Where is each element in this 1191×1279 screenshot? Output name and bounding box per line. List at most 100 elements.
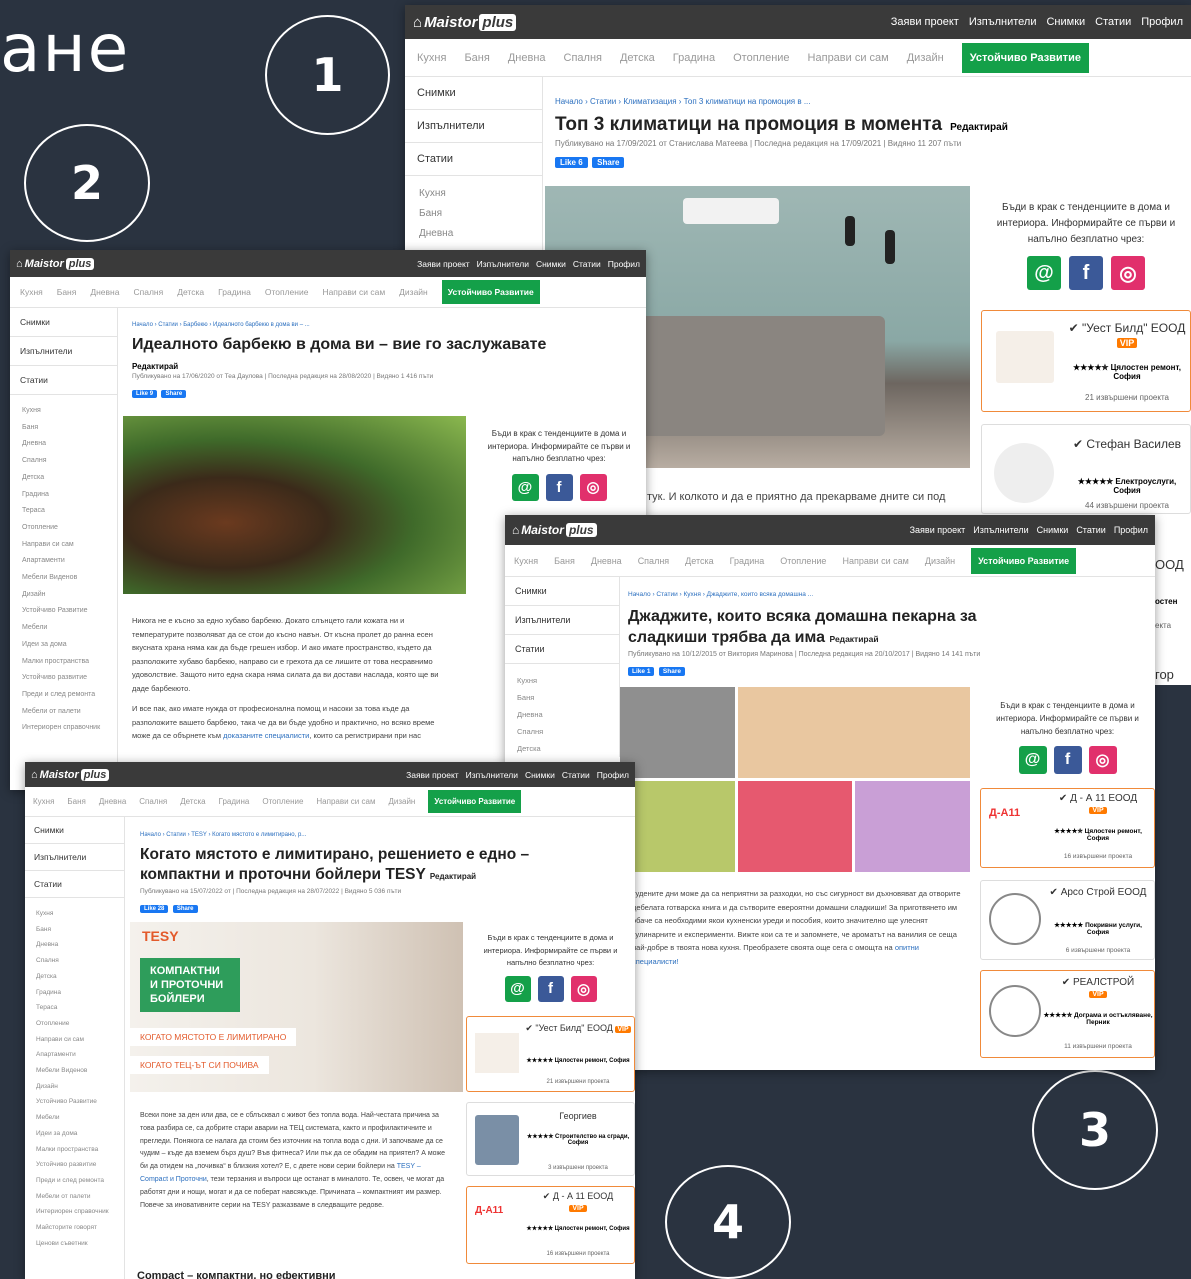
email-icon[interactable]: @ bbox=[504, 975, 531, 1002]
email-icon[interactable]: @ bbox=[1027, 256, 1061, 290]
cat-sustainable[interactable]: Устойчиво Развитие bbox=[961, 42, 1089, 73]
side-sub-item[interactable]: Направи си сам bbox=[22, 537, 105, 554]
nav-contractors[interactable]: Изпълнители bbox=[477, 259, 529, 269]
side-sub-item[interactable]: Идеи за дома bbox=[36, 1126, 113, 1142]
cat-design[interactable]: Дизайн bbox=[925, 556, 955, 566]
contractor-card[interactable]: ✔ Арсо Строй ЕООД ★★★★★ Покривни услуги,… bbox=[980, 880, 1155, 960]
nav-photos[interactable]: Снимки bbox=[1046, 16, 1085, 28]
side-photos[interactable]: Снимки bbox=[405, 77, 542, 110]
cat-kids[interactable]: Детска bbox=[180, 797, 205, 806]
breadcrumb[interactable]: Начало › Статии › Климатизация › Топ 3 к… bbox=[555, 97, 985, 106]
side-sub-item[interactable]: Градина bbox=[36, 985, 113, 1001]
cat-living[interactable]: Дневна bbox=[508, 52, 546, 64]
cat-kitchen[interactable]: Кухня bbox=[514, 556, 538, 566]
fb-like-button[interactable]: Like 6 bbox=[555, 157, 588, 168]
cat-garden[interactable]: Градина bbox=[218, 287, 251, 297]
side-sub-item[interactable]: Дневна bbox=[22, 436, 105, 453]
side-sub-item[interactable]: Баня bbox=[419, 204, 528, 224]
cat-diy[interactable]: Направи си сам bbox=[808, 52, 889, 64]
side-contractors[interactable]: Изпълнители bbox=[10, 337, 117, 366]
side-photos[interactable]: Снимки bbox=[25, 817, 124, 844]
cat-heating[interactable]: Отопление bbox=[265, 287, 309, 297]
side-sub-item[interactable]: Баня bbox=[36, 922, 113, 938]
fb-like-button[interactable]: Like 1 bbox=[628, 667, 655, 676]
side-sub-item[interactable]: Интериорен справочник bbox=[22, 720, 105, 737]
side-articles[interactable]: Статии bbox=[405, 143, 542, 176]
side-sub-item[interactable]: Устойчиво Развитие bbox=[36, 1094, 113, 1110]
cat-garden[interactable]: Градина bbox=[219, 797, 250, 806]
cat-living[interactable]: Дневна bbox=[591, 556, 622, 566]
side-sub-item[interactable]: Мебели Виденов bbox=[36, 1063, 113, 1079]
side-sub-item[interactable]: Дизайн bbox=[36, 1079, 113, 1095]
side-sub-item[interactable]: Малки пространства bbox=[36, 1142, 113, 1158]
edit-link[interactable]: Редактирай bbox=[829, 634, 878, 644]
instagram-icon[interactable]: ◎ bbox=[570, 975, 597, 1002]
contractor-card[interactable]: Д-А11 ✔ Д - А 11 ЕООД VIP ★★★★✮ Цялостен … bbox=[466, 1185, 635, 1264]
side-sub-item[interactable]: Дневна bbox=[517, 706, 607, 723]
side-sub-item[interactable]: Дизайн bbox=[22, 587, 105, 604]
cat-heating[interactable]: Отопление bbox=[733, 52, 789, 64]
side-sub-item[interactable]: Интериорен справочник bbox=[36, 1204, 113, 1220]
nav-articles[interactable]: Статии bbox=[562, 770, 590, 780]
fb-share-button[interactable]: Share bbox=[658, 667, 685, 676]
email-icon[interactable]: @ bbox=[1018, 746, 1047, 774]
side-sub-item[interactable]: Детска bbox=[517, 740, 607, 757]
cat-kitchen[interactable]: Кухня bbox=[20, 287, 43, 297]
cat-sustainable[interactable]: Устойчиво Развитие bbox=[428, 790, 522, 813]
nav-contractors[interactable]: Изпълнители bbox=[969, 16, 1037, 28]
fb-share-button[interactable]: Share bbox=[161, 390, 187, 398]
side-sub-item[interactable]: Мебели bbox=[36, 1110, 113, 1126]
contractor-card[interactable]: ✔ "Уест Билд" ЕООД VIP ★★★★✮ Цялостен ре… bbox=[466, 1015, 635, 1092]
side-articles[interactable]: Статии bbox=[505, 635, 619, 664]
specialists-link[interactable]: доказаните специалисти bbox=[223, 731, 309, 740]
facebook-icon[interactable]: f bbox=[545, 473, 573, 501]
cat-bedroom[interactable]: Спалня bbox=[564, 52, 602, 64]
cat-design[interactable]: Дизайн bbox=[399, 287, 428, 297]
side-sub-item[interactable]: Устойчиво развитие bbox=[22, 670, 105, 687]
facebook-icon[interactable]: f bbox=[1053, 746, 1082, 774]
cat-sustainable[interactable]: Устойчиво Развитие bbox=[441, 280, 540, 304]
nav-profile[interactable]: Профил bbox=[597, 770, 629, 780]
side-sub-item[interactable]: Мебели Виденов bbox=[22, 570, 105, 587]
side-sub-item[interactable]: Детска bbox=[22, 470, 105, 487]
side-sub-item[interactable]: Спалня bbox=[517, 723, 607, 740]
side-photos[interactable]: Снимки bbox=[10, 308, 117, 337]
cat-diy[interactable]: Направи си сам bbox=[842, 556, 908, 566]
side-sub-item[interactable]: Спалня bbox=[36, 953, 113, 969]
cat-bedroom[interactable]: Спалня bbox=[139, 797, 167, 806]
side-sub-item[interactable]: Идеи за дома bbox=[22, 637, 105, 654]
instagram-icon[interactable]: ◎ bbox=[1088, 746, 1117, 774]
side-sub-item[interactable]: Кухня bbox=[22, 403, 105, 420]
nav-profile[interactable]: Профил bbox=[1141, 16, 1183, 28]
contractor-card[interactable]: Георгиев ★★★★✮ Строителство на сгради, С… bbox=[466, 1101, 635, 1176]
side-sub-item[interactable]: Дневна bbox=[36, 937, 113, 953]
nav-profile[interactable]: Профил bbox=[608, 259, 640, 269]
contractor-card[interactable]: ✔ Стефан Василев ★★★★✮ Електроуслуги, Со… bbox=[981, 424, 1191, 514]
fb-share-button[interactable]: Share bbox=[172, 905, 198, 913]
edit-link[interactable]: Редактирай bbox=[430, 872, 476, 881]
nav-articles[interactable]: Статии bbox=[573, 259, 601, 269]
cat-heating[interactable]: Отопление bbox=[262, 797, 303, 806]
email-icon[interactable]: @ bbox=[511, 473, 539, 501]
nav-articles[interactable]: Статии bbox=[1076, 525, 1106, 535]
cat-bath[interactable]: Баня bbox=[57, 287, 77, 297]
site-logo[interactable]: ⌂ Maistor plus bbox=[16, 257, 95, 270]
nav-request-project[interactable]: Заяви проект bbox=[406, 770, 459, 780]
nav-articles[interactable]: Статии bbox=[1095, 16, 1131, 28]
side-articles[interactable]: Статии bbox=[25, 871, 124, 898]
side-sub-item[interactable]: Преди и след ремонта bbox=[22, 687, 105, 704]
side-sub-item[interactable]: Тераса bbox=[36, 1000, 113, 1016]
cat-living[interactable]: Дневна bbox=[99, 797, 126, 806]
fb-like-button[interactable]: Like 28 bbox=[140, 905, 169, 913]
cat-bedroom[interactable]: Спалня bbox=[133, 287, 163, 297]
instagram-icon[interactable]: ◎ bbox=[579, 473, 607, 501]
side-sub-item[interactable]: Майсторите говорят bbox=[36, 1220, 113, 1236]
side-sub-item[interactable]: Кухня bbox=[36, 906, 113, 922]
facebook-icon[interactable]: f bbox=[1069, 256, 1103, 290]
side-sub-item[interactable]: Тераса bbox=[22, 503, 105, 520]
side-sub-item[interactable]: Ценови съветник bbox=[36, 1236, 113, 1252]
side-sub-item[interactable]: Преди и след ремонта bbox=[36, 1173, 113, 1189]
breadcrumb[interactable]: Начало › Статии › TESY › Когато мястото … bbox=[140, 832, 570, 838]
side-sub-item[interactable]: Устойчиво Развитие bbox=[22, 603, 105, 620]
cat-living[interactable]: Дневна bbox=[90, 287, 119, 297]
